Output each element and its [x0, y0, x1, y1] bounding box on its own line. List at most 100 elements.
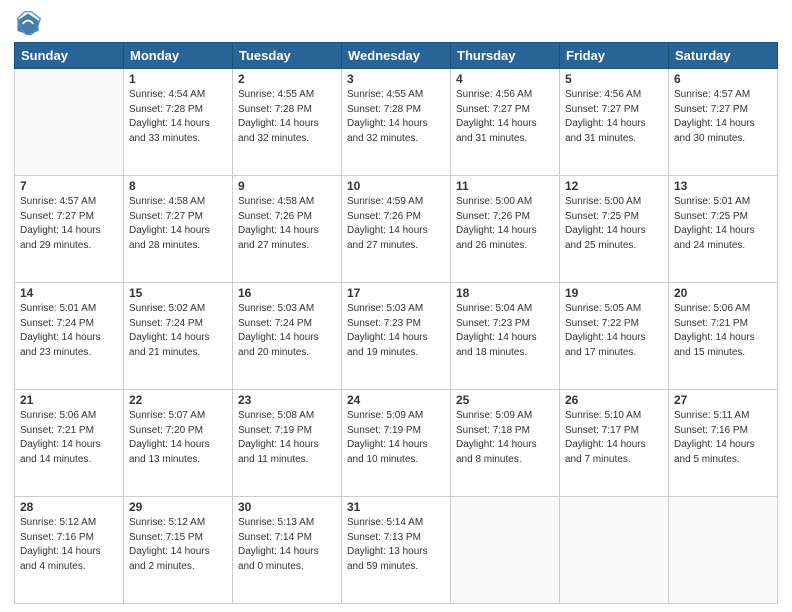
day-number: 27 — [674, 393, 772, 407]
day-number: 15 — [129, 286, 227, 300]
cell-info: Sunrise: 4:54 AMSunset: 7:28 PMDaylight:… — [129, 88, 227, 146]
calendar-cell: 14 Sunrise: 5:01 AMSunset: 7:24 PMDayligh… — [15, 283, 124, 390]
calendar-cell: 25 Sunrise: 5:09 AMSunset: 7:18 PMDayligh… — [451, 390, 560, 497]
cell-info: Sunrise: 4:58 AMSunset: 7:27 PMDaylight:… — [129, 195, 227, 253]
cell-info: Sunrise: 5:07 AMSunset: 7:20 PMDaylight:… — [129, 409, 227, 467]
calendar-cell: 29 Sunrise: 5:12 AMSunset: 7:15 PMDayligh… — [124, 497, 233, 604]
day-number: 6 — [674, 72, 772, 86]
calendar-cell: 2 Sunrise: 4:55 AMSunset: 7:28 PMDaylight… — [233, 69, 342, 176]
day-number: 30 — [238, 500, 336, 514]
cell-info: Sunrise: 5:10 AMSunset: 7:17 PMDaylight:… — [565, 409, 663, 467]
col-header-friday: Friday — [560, 43, 669, 69]
day-number: 29 — [129, 500, 227, 514]
cell-info: Sunrise: 5:12 AMSunset: 7:16 PMDaylight:… — [20, 516, 118, 574]
cell-info: Sunrise: 5:09 AMSunset: 7:18 PMDaylight:… — [456, 409, 554, 467]
day-number: 9 — [238, 179, 336, 193]
calendar-cell: 11 Sunrise: 5:00 AMSunset: 7:26 PMDayligh… — [451, 176, 560, 283]
day-number: 7 — [20, 179, 118, 193]
cell-info: Sunrise: 4:58 AMSunset: 7:26 PMDaylight:… — [238, 195, 336, 253]
day-number: 17 — [347, 286, 445, 300]
calendar-cell: 21Sunrise: 5:06 AMSunset: 7:21 PMDayligh… — [15, 390, 124, 497]
calendar-cell — [451, 497, 560, 604]
calendar-cell: 18 Sunrise: 5:04 AMSunset: 7:23 PMDayligh… — [451, 283, 560, 390]
cell-info: Sunrise: 5:06 AMSunset: 7:21 PMDaylight:… — [674, 302, 772, 360]
calendar-cell — [15, 69, 124, 176]
day-number: 1 — [129, 72, 227, 86]
day-number: 21 — [20, 393, 118, 407]
day-number: 31 — [347, 500, 445, 514]
logo-icon — [14, 10, 42, 38]
calendar-row-0: 1 Sunrise: 4:54 AMSunset: 7:28 PMDaylight… — [15, 69, 778, 176]
calendar-cell: 28 Sunrise: 5:12 AMSunset: 7:16 PMDayligh… — [15, 497, 124, 604]
calendar-cell — [560, 497, 669, 604]
day-number: 4 — [456, 72, 554, 86]
page: SundayMondayTuesdayWednesdayThursdayFrid… — [0, 0, 792, 612]
cell-info: Sunrise: 5:04 AMSunset: 7:23 PMDaylight:… — [456, 302, 554, 360]
day-number: 10 — [347, 179, 445, 193]
calendar-cell: 16Sunrise: 5:03 AMSunset: 7:24 PMDayligh… — [233, 283, 342, 390]
calendar-cell: 20 Sunrise: 5:06 AMSunset: 7:21 PMDayligh… — [669, 283, 778, 390]
cell-info: Sunrise: 5:12 AMSunset: 7:15 PMDaylight:… — [129, 516, 227, 574]
cell-info: Sunrise: 4:56 AMSunset: 7:27 PMDaylight:… — [565, 88, 663, 146]
calendar-row-3: 21Sunrise: 5:06 AMSunset: 7:21 PMDayligh… — [15, 390, 778, 497]
cell-info: Sunrise: 4:57 AMSunset: 7:27 PMDaylight:… — [20, 195, 118, 253]
calendar-cell: 8 Sunrise: 4:58 AMSunset: 7:27 PMDaylight… — [124, 176, 233, 283]
calendar-cell: 31 Sunrise: 5:14 AMSunset: 7:13 PMDayligh… — [342, 497, 451, 604]
calendar-cell: 4 Sunrise: 4:56 AMSunset: 7:27 PMDaylight… — [451, 69, 560, 176]
day-number: 16 — [238, 286, 336, 300]
calendar-row-4: 28 Sunrise: 5:12 AMSunset: 7:16 PMDayligh… — [15, 497, 778, 604]
day-number: 26 — [565, 393, 663, 407]
col-header-wednesday: Wednesday — [342, 43, 451, 69]
calendar-cell: 23 Sunrise: 5:08 AMSunset: 7:19 PMDayligh… — [233, 390, 342, 497]
col-header-saturday: Saturday — [669, 43, 778, 69]
day-number: 24 — [347, 393, 445, 407]
col-header-sunday: Sunday — [15, 43, 124, 69]
cell-info: Sunrise: 5:13 AMSunset: 7:14 PMDaylight:… — [238, 516, 336, 574]
calendar-cell: 10 Sunrise: 4:59 AMSunset: 7:26 PMDayligh… — [342, 176, 451, 283]
cell-info: Sunrise: 4:59 AMSunset: 7:26 PMDaylight:… — [347, 195, 445, 253]
day-number: 14 — [20, 286, 118, 300]
day-number: 23 — [238, 393, 336, 407]
day-number: 11 — [456, 179, 554, 193]
cell-info: Sunrise: 5:14 AMSunset: 7:13 PMDaylight:… — [347, 516, 445, 574]
calendar-cell: 19Sunrise: 5:05 AMSunset: 7:22 PMDayligh… — [560, 283, 669, 390]
day-number: 12 — [565, 179, 663, 193]
calendar-cell: 9 Sunrise: 4:58 AMSunset: 7:26 PMDaylight… — [233, 176, 342, 283]
day-number: 13 — [674, 179, 772, 193]
calendar-cell: 27 Sunrise: 5:11 AMSunset: 7:16 PMDayligh… — [669, 390, 778, 497]
day-number: 22 — [129, 393, 227, 407]
cell-info: Sunrise: 4:55 AMSunset: 7:28 PMDaylight:… — [238, 88, 336, 146]
calendar-cell: 17Sunrise: 5:03 AMSunset: 7:23 PMDayligh… — [342, 283, 451, 390]
day-number: 20 — [674, 286, 772, 300]
calendar-cell: 22 Sunrise: 5:07 AMSunset: 7:20 PMDayligh… — [124, 390, 233, 497]
cell-info: Sunrise: 5:02 AMSunset: 7:24 PMDaylight:… — [129, 302, 227, 360]
day-number: 5 — [565, 72, 663, 86]
col-header-tuesday: Tuesday — [233, 43, 342, 69]
cell-info: Sunrise: 5:01 AMSunset: 7:24 PMDaylight:… — [20, 302, 118, 360]
calendar-cell: 5 Sunrise: 4:56 AMSunset: 7:27 PMDaylight… — [560, 69, 669, 176]
calendar-row-1: 7 Sunrise: 4:57 AMSunset: 7:27 PMDaylight… — [15, 176, 778, 283]
logo — [14, 10, 46, 38]
header — [14, 10, 778, 38]
day-number: 8 — [129, 179, 227, 193]
calendar-cell: 6 Sunrise: 4:57 AMSunset: 7:27 PMDaylight… — [669, 69, 778, 176]
day-number: 28 — [20, 500, 118, 514]
cell-info: Sunrise: 4:55 AMSunset: 7:28 PMDaylight:… — [347, 88, 445, 146]
calendar-table: SundayMondayTuesdayWednesdayThursdayFrid… — [14, 42, 778, 604]
day-number: 2 — [238, 72, 336, 86]
cell-info: Sunrise: 5:09 AMSunset: 7:19 PMDaylight:… — [347, 409, 445, 467]
calendar-row-2: 14 Sunrise: 5:01 AMSunset: 7:24 PMDayligh… — [15, 283, 778, 390]
col-header-thursday: Thursday — [451, 43, 560, 69]
day-number: 18 — [456, 286, 554, 300]
cell-info: Sunrise: 5:11 AMSunset: 7:16 PMDaylight:… — [674, 409, 772, 467]
cell-info: Sunrise: 5:00 AMSunset: 7:25 PMDaylight:… — [565, 195, 663, 253]
cell-info: Sunrise: 4:57 AMSunset: 7:27 PMDaylight:… — [674, 88, 772, 146]
cell-info: Sunrise: 4:56 AMSunset: 7:27 PMDaylight:… — [456, 88, 554, 146]
cell-info: Sunrise: 5:08 AMSunset: 7:19 PMDaylight:… — [238, 409, 336, 467]
day-number: 25 — [456, 393, 554, 407]
calendar-cell: 1 Sunrise: 4:54 AMSunset: 7:28 PMDaylight… — [124, 69, 233, 176]
calendar-cell: 26 Sunrise: 5:10 AMSunset: 7:17 PMDayligh… — [560, 390, 669, 497]
calendar-cell: 30 Sunrise: 5:13 AMSunset: 7:14 PMDayligh… — [233, 497, 342, 604]
day-number: 19 — [565, 286, 663, 300]
cell-info: Sunrise: 5:00 AMSunset: 7:26 PMDaylight:… — [456, 195, 554, 253]
